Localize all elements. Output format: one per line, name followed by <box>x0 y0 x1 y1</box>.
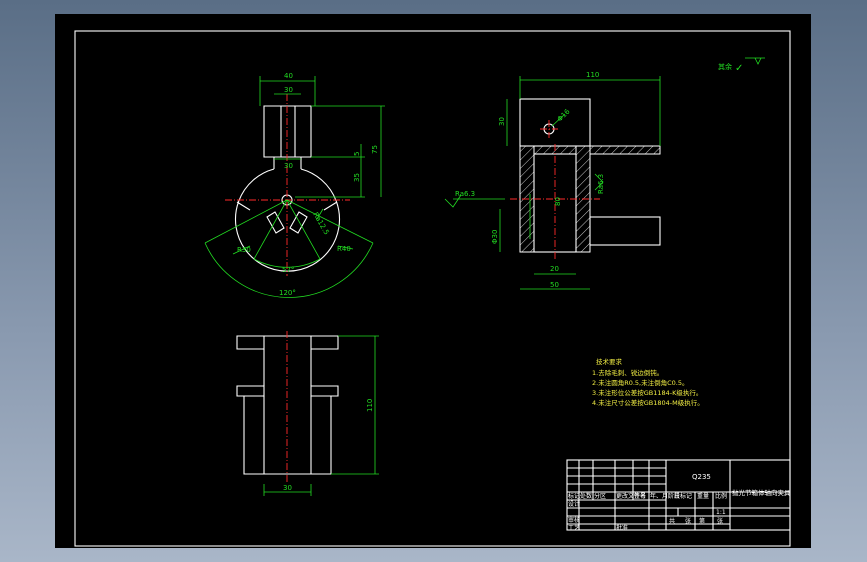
title-sheet-2: 第 <box>699 517 705 525</box>
title-label-approve: 批准 <box>616 524 628 532</box>
title-row-label-0: 标记 <box>568 492 580 500</box>
roughness-side-right: Ra6.3 <box>597 174 605 194</box>
title-weight-label: 重量 <box>697 492 709 500</box>
title-label-design: 设计 <box>568 500 580 508</box>
angle-inner: 57° <box>282 266 294 274</box>
title-material: Q235 <box>692 473 711 481</box>
title-label-review: 审核 <box>568 516 580 524</box>
dim-side-bottom-left: Φ30 <box>491 230 499 244</box>
corner-label: 其余 <box>718 62 732 71</box>
bottom-view: 110 30 <box>236 331 379 496</box>
title-sheet-1: 张 <box>685 517 691 525</box>
radius-left: R30 <box>237 246 251 254</box>
dim-height-upper: 5 <box>353 152 361 156</box>
title-sheet-3: 张 <box>717 517 723 525</box>
note-3: 3.未注形位公差按GB1184-K级执行。 <box>592 388 702 397</box>
technical-notes: 技术要求 1.去除毛刺、锐边倒钝。 2.未注圆角R0.5,未注倒角C0.5。 3… <box>592 357 704 407</box>
roughness-top-view: Ra12.5 <box>311 211 330 236</box>
title-scale-label: 比例 <box>715 492 727 500</box>
note-2: 2.未注圆角R0.5,未注倒角C0.5。 <box>592 378 689 387</box>
title-row-label-1: 处数 <box>580 492 592 500</box>
side-view: 110 30 Φ16 80 20 50 Φ30 Ra6.3 Ra6.3 <box>444 71 661 290</box>
title-scale-value: 1:1 <box>716 509 726 516</box>
dim-height-mid: 35 <box>353 173 361 182</box>
dim-height-total: 75 <box>371 145 379 154</box>
top-view: 40 30 30 75 5 35 57° 120° R30 R40 Ra12.5 <box>204 72 385 298</box>
roughness-side-left: Ra6.3 <box>455 190 475 198</box>
dim-side-left: 30 <box>498 117 506 126</box>
title-row-label-2: 分区 <box>594 492 606 500</box>
title-stage-label: 阶段标记 <box>668 492 692 500</box>
dim-slot-width: 30 <box>284 86 293 94</box>
drawing-canvas: 40 30 30 75 5 35 57° 120° R30 R40 Ra12.5 <box>74 30 791 547</box>
dim-top-width: 40 <box>284 72 293 80</box>
angle-outer: 120° <box>279 289 296 297</box>
corner-roughness-mark: 其余 ✓ <box>718 57 765 74</box>
cad-viewport[interactable]: 40 30 30 75 5 35 57° 120° R30 R40 Ra12.5 <box>55 14 811 548</box>
drawing-border <box>74 30 791 547</box>
title-block: Q235 抛光节箱体轴向夹具 标记 处数 分区 更改文件号 签名 年、月、日 设… <box>566 459 791 532</box>
note-1: 1.去除毛刺、锐边倒钝。 <box>592 368 663 377</box>
title-part-name: 抛光节箱体轴向夹具 <box>732 488 791 497</box>
notes-title: 技术要求 <box>596 357 623 366</box>
dim-side-width-outer: 50 <box>550 281 559 289</box>
corner-check-icon: ✓ <box>735 63 743 74</box>
dim-side-top: 110 <box>586 71 599 79</box>
title-row-label-4: 签名 <box>634 492 646 500</box>
dim-bottom-height: 110 <box>366 399 374 412</box>
dim-middle-width: 30 <box>284 162 293 170</box>
title-label-process: 工艺 <box>568 524 580 532</box>
dim-side-width-inner: 20 <box>550 265 559 273</box>
note-4: 4.未注尺寸公差按GB1804-M级执行。 <box>592 398 704 407</box>
radius-right: R40 <box>337 245 351 253</box>
title-sheet-0: 共 <box>669 517 675 525</box>
dim-side-hole: Φ16 <box>556 107 572 123</box>
dim-side-height: 80 <box>554 197 562 206</box>
dim-bottom-width: 30 <box>283 484 292 492</box>
